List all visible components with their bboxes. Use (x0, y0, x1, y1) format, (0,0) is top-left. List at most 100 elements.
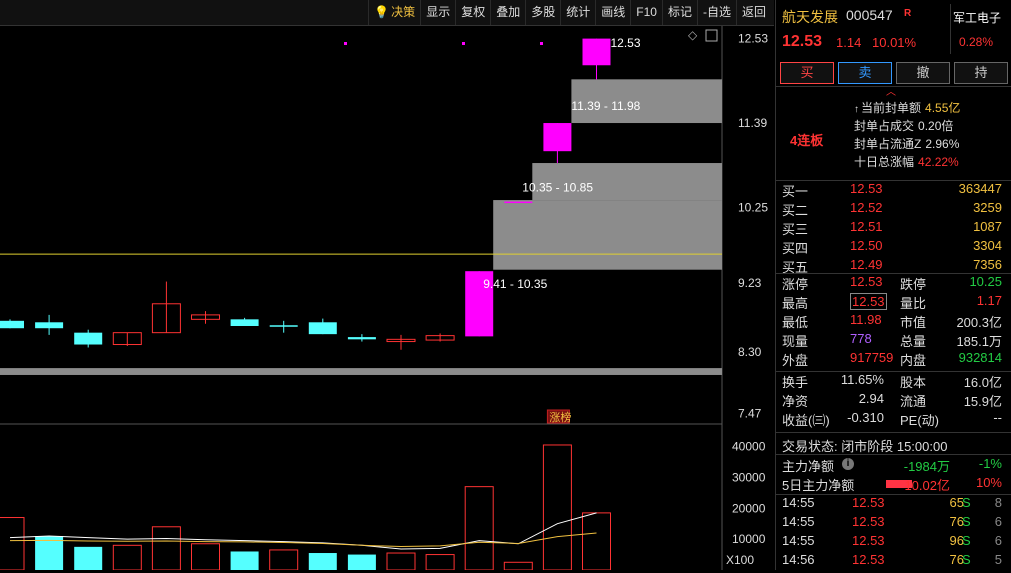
bid-qty: 7356 (973, 257, 1002, 272)
tick-count: 6 (994, 514, 1002, 529)
positions-button[interactable]: 持 (954, 62, 1008, 84)
bid-level: 买四 (782, 241, 809, 256)
stat-key: 市值 (900, 315, 927, 330)
candle-body (74, 332, 103, 345)
signal-dot (462, 42, 465, 45)
tick-side: S (962, 533, 971, 548)
buy-button[interactable]: 买 (780, 62, 834, 84)
bid-level: 买三 (782, 222, 809, 237)
volume-bar (582, 512, 611, 571)
toolbar-btn-8[interactable]: 标记 (661, 0, 697, 25)
volume-bar (503, 561, 533, 571)
toolbar-btn-1[interactable]: 显示 (420, 0, 455, 25)
toolbar-btn-label: F10 (636, 5, 657, 19)
volume-bar (542, 444, 572, 571)
limit-seal-panel: ︿ 4连板 ↑ 当前封单额 4.55亿 封单占成交 0.20倍 封单占流通Z 2.96% 十日… (776, 86, 1011, 179)
collapse-caret-icon[interactable]: ︿ (886, 83, 896, 98)
money-flow-label: 5日主力净额 (782, 478, 855, 493)
bid-qty: 1087 (973, 219, 1002, 234)
stat-key: 流通 (900, 394, 927, 409)
toolbar-btn-4[interactable]: 多股 (525, 0, 560, 25)
tick-side: S (962, 495, 971, 510)
stat-value: 11.98 (850, 312, 882, 327)
tick-row: 14:56 12.53 76 S 5 (776, 552, 1011, 571)
panel-toggle-icon (705, 29, 718, 42)
history-band-fill (0, 368, 722, 375)
toolbar-btn-2[interactable]: 复权 (455, 0, 490, 25)
toolbar-btn-label: 决策 (391, 5, 416, 19)
quote-panel: 航天发展 000547 R 12.53 1.14 10.01% 军工电子 0.2… (775, 0, 1011, 570)
stock-header: 航天发展 000547 R 12.53 1.14 10.01% 军工电子 0.2… (776, 0, 1011, 58)
stat-value: 778 (850, 331, 872, 346)
stat-key: 现量 (782, 334, 809, 349)
price-axis-label: 9.23 (738, 276, 762, 290)
candle-body (0, 320, 24, 329)
price-axis-label: 11.39 (738, 116, 767, 130)
seal-row: 十日总涨幅 42.22% (854, 153, 959, 170)
volume-bar (464, 486, 494, 571)
signal-dot (540, 42, 543, 45)
cancel-order-button[interactable]: 撤 (896, 62, 950, 84)
stat-row: 最高 12.53 量比 1.17 (776, 293, 1011, 312)
candle-body (35, 322, 64, 329)
tick-list[interactable]: 14:55 12.53 65 S 8 14:55 12.53 76 S 6 14:55 12.53 96… (776, 494, 1011, 571)
bid-qty: 363447 (958, 181, 1002, 196)
toolbar-btn-7[interactable]: F10 (630, 0, 662, 25)
order-book-row[interactable]: 买一 12.53 363447 (776, 181, 1011, 200)
volume-bar (425, 554, 455, 571)
bid-qty: 3259 (973, 200, 1002, 215)
bid-price: 12.51 (850, 219, 883, 234)
money-flow: 主力净额 i -1984万 -1% 5日主力净额 10.02亿 10% (776, 454, 1011, 494)
sell-button[interactable]: 卖 (838, 62, 892, 84)
chart-toolbar: 💡 决策 显示 复权 叠加 多股 统计 画线 F10 标记 -自选 返回 (0, 0, 774, 26)
stat-value: 932814 (958, 350, 1002, 365)
stat-row: 涨停 12.53 跌停 10.25 (776, 274, 1011, 293)
diamond-icon: ◇ (688, 28, 698, 42)
seal-label: 当前封单额 (861, 101, 922, 115)
toolbar-btn-label: 画线 (601, 5, 626, 19)
toolbar-btn-10[interactable]: 返回 (735, 0, 771, 25)
money-flow-label: 主力净额 (782, 459, 835, 474)
margin-flag: R (904, 8, 912, 19)
bid-level: 买一 (782, 184, 809, 199)
seal-label: 封单占流通Z (854, 137, 922, 151)
toolbar-btn-3[interactable]: 叠加 (490, 0, 525, 25)
toolbar-btn-label: 多股 (531, 5, 556, 19)
tick-qty: 76 (949, 514, 964, 529)
volume-ma10-line (9, 532, 597, 548)
toolbar-btn-6[interactable]: 画线 (595, 0, 630, 25)
money-flow-pct: -1% (978, 456, 1002, 471)
stat-value: 10.25 (969, 274, 1002, 289)
price-axis-label: 12.53 (738, 32, 768, 46)
kline-chart[interactable]: 12.53 11.39 - 11.98 10.35 - 10.85 9.41 - 10… (0, 26, 774, 573)
zone-label: 10.35 - 10.85 (522, 180, 593, 194)
stat-key: 换手 (782, 375, 809, 390)
seal-value: 4.55亿 (925, 101, 961, 115)
stock-name[interactable]: 航天发展 (782, 7, 838, 27)
bid-qty: 3304 (973, 238, 1002, 253)
sector-box[interactable]: 军工电子 0.28% (950, 4, 1009, 54)
toolbar-btn-5[interactable]: 统计 (560, 0, 595, 25)
seal-row: 封单占流通Z 2.96% (854, 135, 959, 152)
kline-svg[interactable]: 12.53 11.39 - 11.98 10.35 - 10.85 9.41 - 10… (0, 26, 774, 571)
money-flow-value: -1984万 (903, 459, 950, 474)
stat-value: -0.310 (847, 410, 884, 425)
order-book-row[interactable]: 买四 12.50 3304 (776, 238, 1011, 257)
zone-label: 12.53 (611, 36, 641, 50)
tick-side: S (962, 514, 971, 529)
toolbar-btn-0[interactable]: 💡 决策 (368, 0, 420, 25)
zone-label: 9.41 - 10.35 (483, 277, 547, 291)
stat-row: 外盘 917759 内盘 932814 (776, 350, 1011, 369)
seal-row: ↑ 当前封单额 4.55亿 (854, 99, 960, 116)
bid-price: 12.50 (850, 238, 883, 253)
toolbar-btn-9[interactable]: -自选 (696, 0, 736, 25)
stat-key: 最低 (782, 315, 809, 330)
event-badge-label: 涨榜 (549, 410, 571, 424)
info-icon[interactable]: i (842, 458, 854, 470)
volume-bar (151, 526, 181, 571)
toolbar-btn-label: 标记 (667, 5, 692, 19)
stat-value: 917759 (850, 350, 894, 365)
volume-bar (386, 552, 416, 571)
order-book-row[interactable]: 买二 12.52 3259 (776, 200, 1011, 219)
order-book-row[interactable]: 买三 12.51 1087 (776, 219, 1011, 238)
